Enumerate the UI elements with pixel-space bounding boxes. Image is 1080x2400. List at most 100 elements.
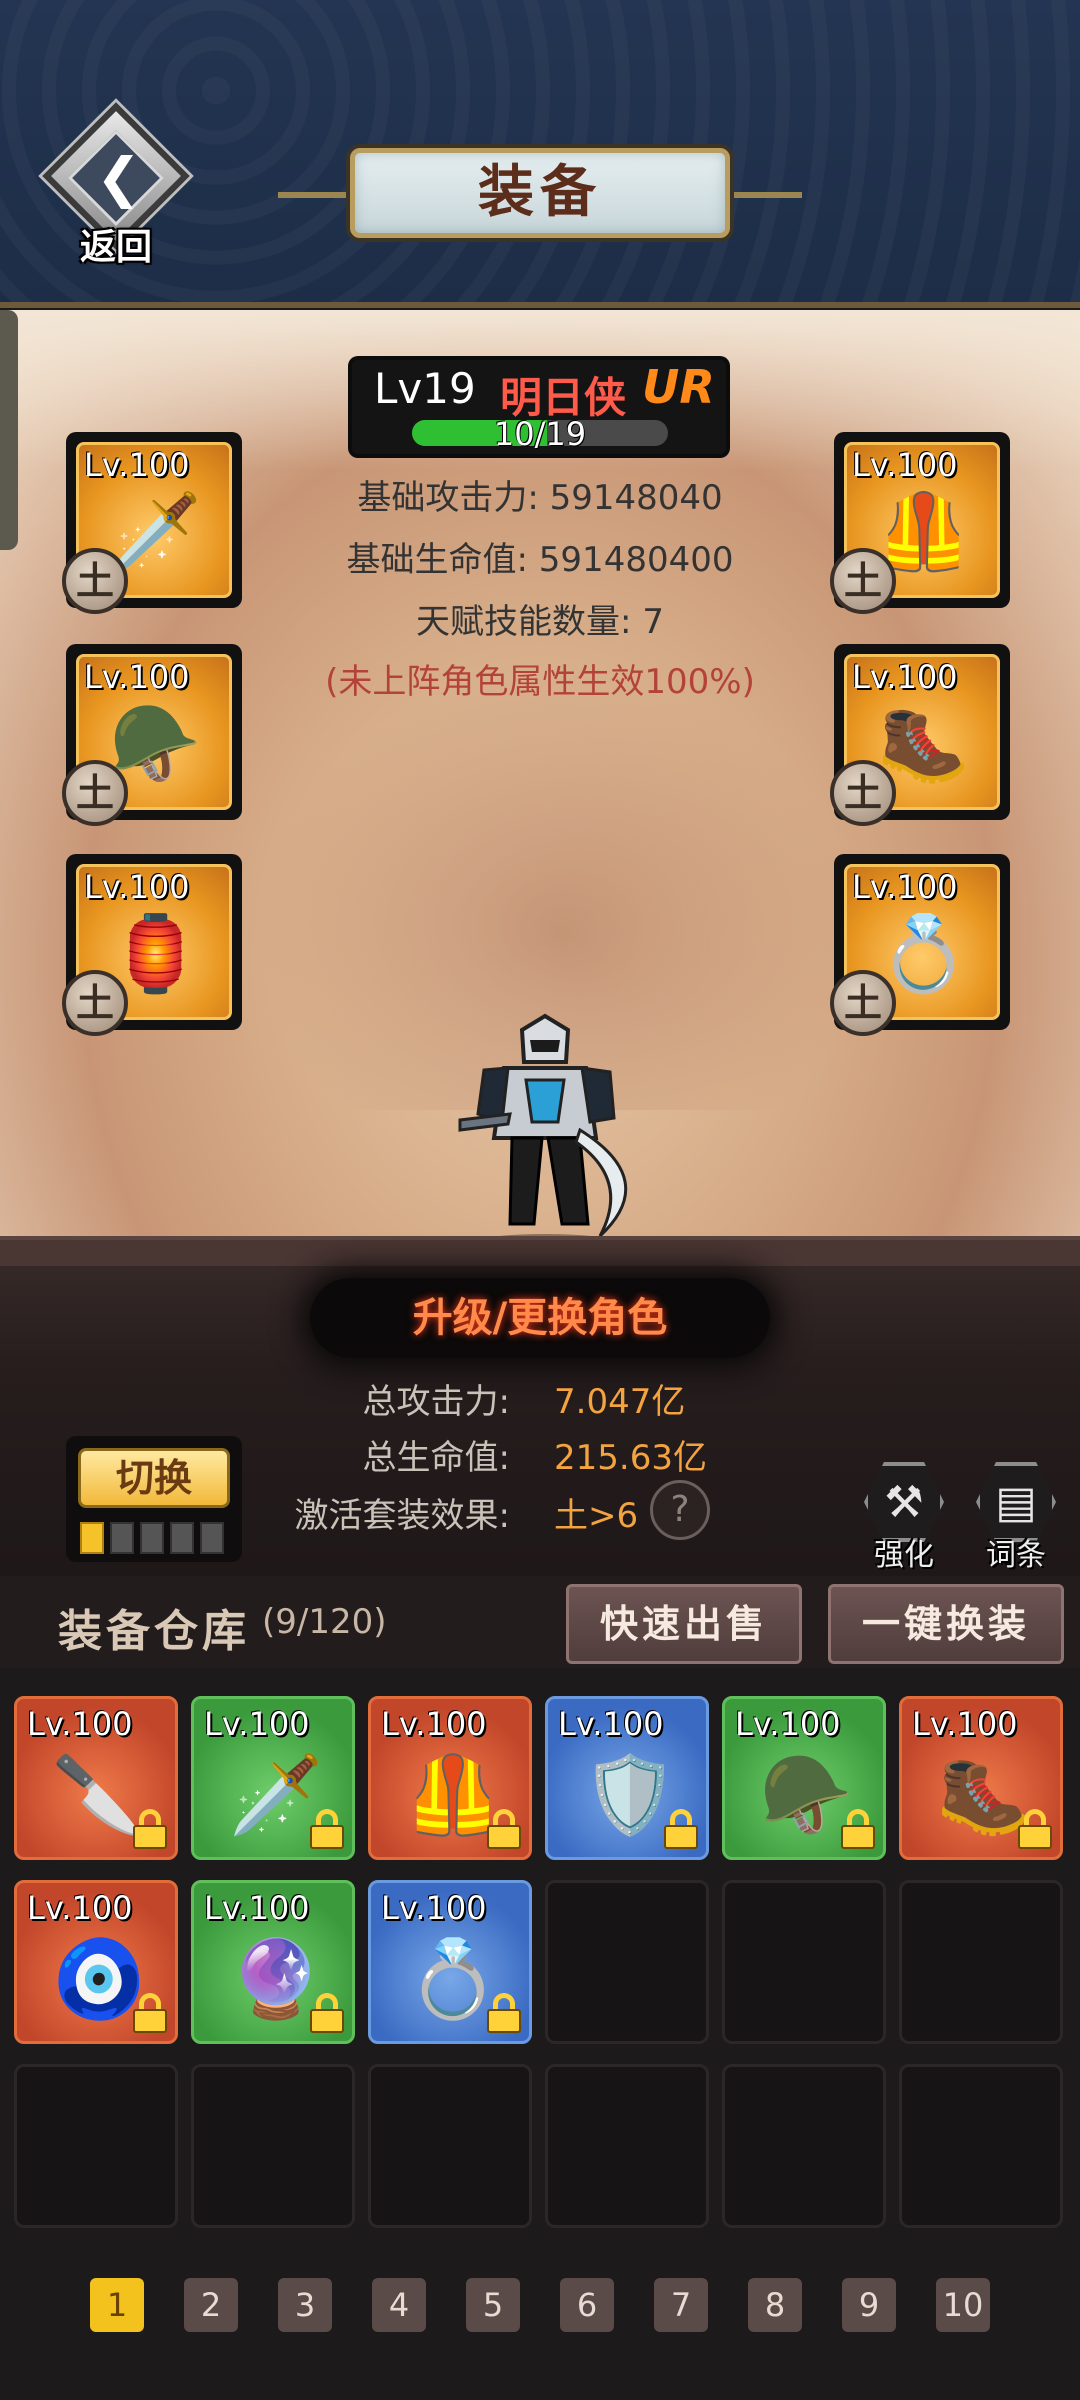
item-level: Lv.100 (735, 1705, 841, 1743)
slot-level: Lv.100 (852, 868, 958, 906)
warehouse-title: 装备仓库 (58, 1606, 250, 1657)
one-click-equip-button[interactable]: 一键换装 (828, 1584, 1064, 1664)
slot-level: Lv.100 (852, 446, 958, 484)
page-button-2[interactable]: 2 (184, 2278, 238, 2332)
ground-edge (0, 1236, 1080, 1266)
empty-slot[interactable] (545, 1880, 709, 2044)
switch-loadout-button[interactable]: 切换 (78, 1448, 230, 1508)
lock-icon[interactable] (841, 1809, 875, 1849)
page-button-1[interactable]: 1 (90, 2278, 144, 2332)
loadout-dot-2[interactable] (110, 1522, 134, 1554)
total-hp-label: 总生命值: (362, 1438, 510, 1478)
lock-icon[interactable] (487, 1993, 521, 2033)
warehouse-item[interactable]: 🧿 Lv.100 (14, 1880, 178, 2044)
slot-level: Lv.100 (84, 868, 190, 906)
loadout-dot-1[interactable] (80, 1522, 104, 1554)
page-button-8[interactable]: 8 (748, 2278, 802, 2332)
earth-element-badge: 土 (62, 970, 128, 1036)
talent-stat: 天赋技能数量: 7 (240, 594, 840, 643)
lock-icon[interactable] (310, 1993, 344, 2033)
empty-slot[interactable] (191, 2064, 355, 2228)
quick-sell-button[interactable]: 快速出售 (566, 1584, 802, 1664)
page-button-10[interactable]: 10 (936, 2278, 990, 2332)
page-button-5[interactable]: 5 (466, 2278, 520, 2332)
item-level: Lv.100 (381, 1889, 487, 1927)
equip-slot-ring[interactable]: 💍 Lv.100 土 (830, 854, 1010, 1036)
empty-slot[interactable] (722, 1880, 886, 2044)
page-title: 装备 (478, 160, 602, 225)
earth-element-badge: 土 (830, 760, 896, 826)
help-icon[interactable]: ? (650, 1480, 710, 1540)
slot-level: Lv.100 (84, 658, 190, 696)
equip-slot-helmet[interactable]: 🪖 Lv.100 土 (62, 644, 242, 826)
earth-element-badge: 土 (62, 760, 128, 826)
loadout-dot-4[interactable] (170, 1522, 194, 1554)
warehouse-count: (9/120) (262, 1602, 387, 1642)
slot-level: Lv.100 (852, 658, 958, 696)
warehouse-item[interactable]: 🥾 Lv.100 (899, 1696, 1063, 1860)
base-attack-stat: 基础攻击力: 59148040 (240, 470, 840, 519)
slot-level: Lv.100 (84, 446, 190, 484)
hero-progress-text: 10/19 (493, 415, 587, 453)
empty-slot[interactable] (14, 2064, 178, 2228)
warehouse-item[interactable]: 🛡️ Lv.100 (545, 1696, 709, 1860)
total-attack-label: 总攻击力: (362, 1382, 510, 1422)
affix-label: 词条 (986, 1538, 1046, 1573)
set-effect-label: 激活套装效果: (294, 1496, 510, 1536)
back-button[interactable]: ❮ 返回 (42, 102, 190, 268)
empty-slot[interactable] (368, 2064, 532, 2228)
earth-element-badge: 土 (830, 970, 896, 1036)
empty-slot[interactable] (545, 2064, 709, 2228)
lock-icon[interactable] (310, 1809, 344, 1849)
loadout-switch: 切换 (66, 1436, 242, 1562)
hero-rank: UR (642, 360, 715, 414)
item-level: Lv.100 (204, 1705, 310, 1743)
warehouse-item[interactable]: 🔪 Lv.100 (14, 1696, 178, 1860)
lock-icon[interactable] (133, 1993, 167, 2033)
total-hp-value: 215.63亿 (554, 1438, 707, 1478)
hero-character[interactable] (430, 1010, 660, 1240)
page-button-9[interactable]: 9 (842, 2278, 896, 2332)
loadout-dot-3[interactable] (140, 1522, 164, 1554)
enhance-button[interactable]: ⚒ 强化 (858, 1462, 950, 1573)
page-button-7[interactable]: 7 (654, 2278, 708, 2332)
page-button-6[interactable]: 6 (560, 2278, 614, 2332)
affix-button[interactable]: ▤ 词条 (970, 1462, 1062, 1573)
lock-icon[interactable] (133, 1809, 167, 1849)
warehouse-item[interactable]: 🔮 Lv.100 (191, 1880, 355, 2044)
set-effect-value: 土>6 (554, 1496, 639, 1536)
upgrade-change-hero-button[interactable]: 升级/更换角色 (310, 1278, 770, 1358)
hero-level-panel[interactable]: Lv19 明日侠 UR 10/19 (352, 360, 726, 454)
empty-slot[interactable] (899, 1880, 1063, 2044)
total-attack-row: 总攻击力: 7.047亿 (0, 1374, 1080, 1422)
warehouse-item[interactable]: 💍 Lv.100 (368, 1880, 532, 2044)
item-level: Lv.100 (558, 1705, 664, 1743)
lock-icon[interactable] (487, 1809, 521, 1849)
loadout-dot-5[interactable] (200, 1522, 224, 1554)
warehouse-item[interactable]: 🗡️ Lv.100 (191, 1696, 355, 1860)
item-level: Lv.100 (381, 1705, 487, 1743)
warehouse-item[interactable]: 🦺 Lv.100 (368, 1696, 532, 1860)
warehouse-grid: 🔪 Lv.100 🗡️ Lv.100 🦺 Lv.100 🛡️ Lv.100 🪖 Lv.100 🥾 Lv… (14, 1696, 1066, 2228)
page-button-4[interactable]: 4 (372, 2278, 426, 2332)
base-attack-label: 基础攻击力: (357, 478, 539, 518)
empty-slot[interactable] (722, 2064, 886, 2228)
equip-slot-amulet[interactable]: 🏮 Lv.100 土 (62, 854, 242, 1036)
lock-icon[interactable] (664, 1809, 698, 1849)
equip-slot-armor[interactable]: 🦺 Lv.100 土 (830, 432, 1010, 614)
equip-slot-weapon[interactable]: 🗡️ Lv.100 土 (62, 432, 242, 614)
side-drawer-handle[interactable] (0, 310, 18, 550)
equip-slot-boots[interactable]: 🥾 Lv.100 土 (830, 644, 1010, 826)
lock-icon[interactable] (1018, 1809, 1052, 1849)
back-arrow-icon: ❮ (96, 146, 142, 209)
hero-level: Lv19 (374, 364, 476, 413)
base-hp-label: 基础生命值: (346, 540, 528, 580)
page-button-3[interactable]: 3 (278, 2278, 332, 2332)
empty-slot[interactable] (899, 2064, 1063, 2228)
base-hp-stat: 基础生命值: 591480400 (240, 532, 840, 581)
warehouse-item[interactable]: 🪖 Lv.100 (722, 1696, 886, 1860)
earth-element-badge: 土 (830, 548, 896, 614)
item-level: Lv.100 (204, 1889, 310, 1927)
item-level: Lv.100 (912, 1705, 1018, 1743)
item-level: Lv.100 (27, 1705, 133, 1743)
